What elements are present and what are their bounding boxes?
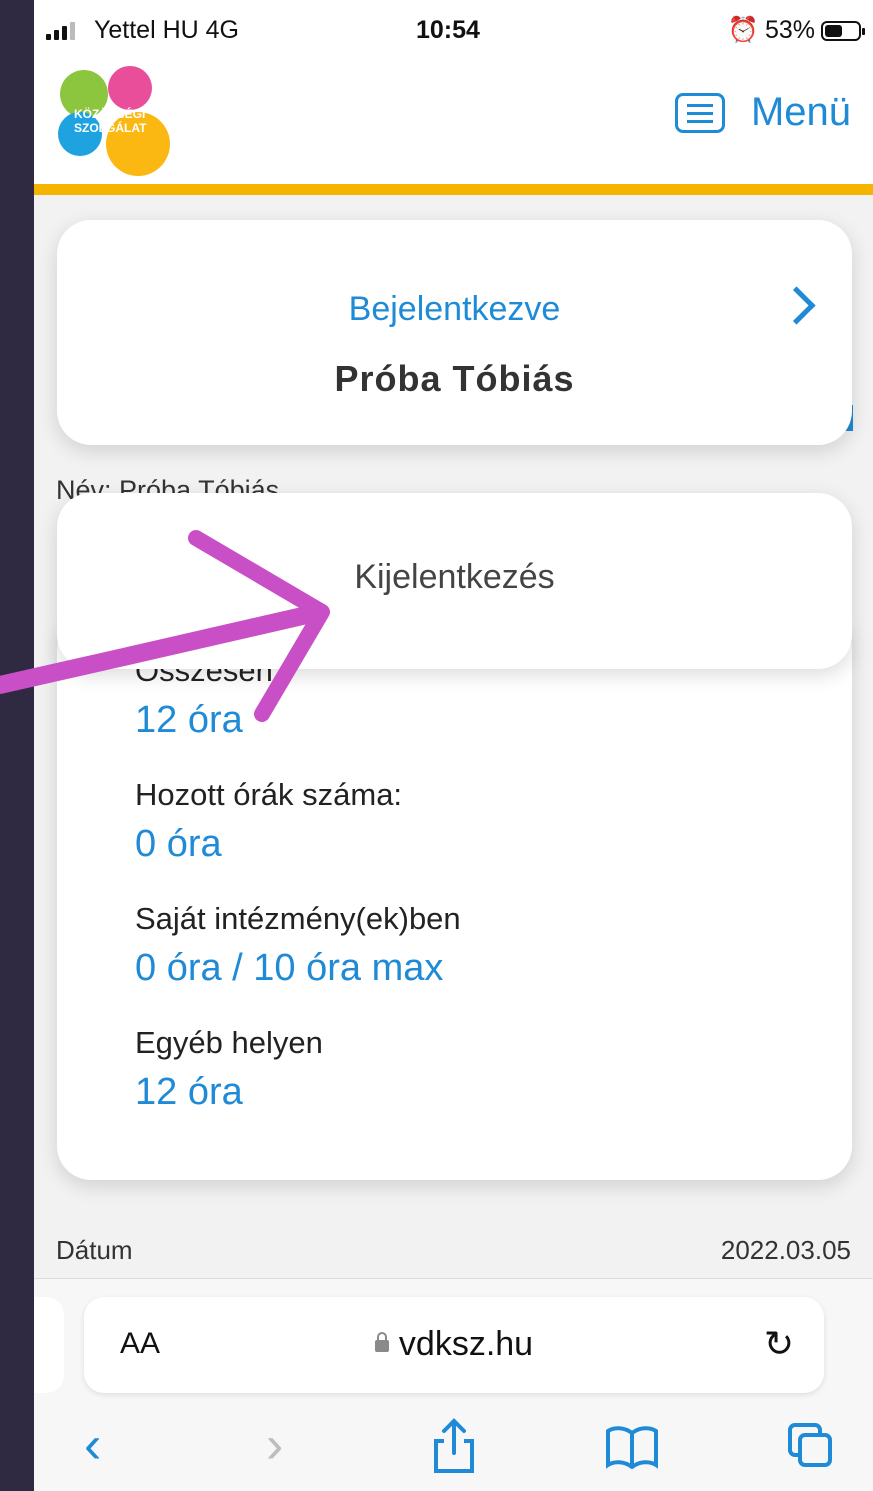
stat-other: Egyéb helyen 12 óra xyxy=(135,1025,323,1114)
carrier-name: Yettel HU 4G xyxy=(94,16,239,44)
stat-other-value: 12 óra xyxy=(135,1071,243,1113)
header-divider xyxy=(34,184,873,195)
status-bar: Yettel HU 4G 10:54 ⏰ 53% xyxy=(34,0,873,60)
alarm-icon: ⏰ xyxy=(727,16,759,44)
stat-own: Saját intézmény(ek)ben 0 óra / 10 óra ma… xyxy=(135,901,461,990)
phone-screen: Yettel HU 4G 10:54 ⏰ 53% KÖZÖSSÉGI SZOLG… xyxy=(34,0,873,1491)
hours-summary-card: Összesen 12 óra Hozott órák száma: 0 óra… xyxy=(57,615,852,1180)
stat-own-label: Saját intézmény(ek)ben xyxy=(135,901,461,936)
previous-tab-pill[interactable] xyxy=(34,1297,64,1393)
url-text: vdksz.hu xyxy=(398,1325,534,1363)
site-header: KÖZÖSSÉGI SZOLGÁLAT Menü xyxy=(34,60,873,184)
user-name: Próba Tóbiás xyxy=(334,358,575,399)
forward-icon[interactable]: › xyxy=(266,1415,283,1475)
logo-text-2: SZOLGÁLAT xyxy=(74,120,147,135)
bookmarks-icon[interactable] xyxy=(604,1425,660,1469)
browser-nav-row: ‹ › xyxy=(34,1409,873,1479)
menu-label: Menü xyxy=(750,90,851,134)
browser-toolbar: AA vdksz.hu ↻ ‹ › xyxy=(34,1278,873,1491)
logged-in-card[interactable]: Bejelentkezve Próba Tóbiás xyxy=(57,220,852,445)
stat-brought-label: Hozott órák száma: xyxy=(135,777,403,812)
stat-brought-value: 0 óra xyxy=(135,823,222,865)
logout-button[interactable]: Kijelentkezés xyxy=(57,493,852,669)
stat-total-value: 12 óra xyxy=(135,699,243,741)
signal-icon xyxy=(46,20,75,40)
reload-icon[interactable]: ↻ xyxy=(764,1323,794,1365)
logo-text-1: KÖZÖSSÉGI xyxy=(74,106,145,121)
url-display[interactable]: vdksz.hu xyxy=(84,1325,824,1364)
battery-icon xyxy=(821,20,865,41)
hamburger-icon xyxy=(674,92,725,133)
address-bar[interactable]: AA vdksz.hu ↻ xyxy=(84,1297,824,1393)
lock-icon xyxy=(374,1332,389,1353)
logged-in-label: Bejelentkezve xyxy=(348,290,561,328)
battery-percent: 53% xyxy=(764,16,815,44)
share-icon[interactable] xyxy=(429,1417,479,1475)
menu-button[interactable]: Menü xyxy=(674,90,851,135)
site-logo[interactable]: KÖZÖSSÉGI SZOLGÁLAT xyxy=(54,64,174,178)
logout-label: Kijelentkezés xyxy=(354,558,555,596)
tabs-icon[interactable] xyxy=(786,1421,836,1471)
date-value: 2022.03.05 xyxy=(720,1235,851,1265)
date-header: Dátum xyxy=(56,1235,133,1265)
back-icon[interactable]: ‹ xyxy=(84,1415,101,1475)
clock: 10:54 xyxy=(416,16,480,44)
stat-other-label: Egyéb helyen xyxy=(135,1025,323,1060)
stat-own-value: 0 óra / 10 óra max xyxy=(135,947,444,989)
status-right: ⏰ 53% xyxy=(727,16,865,45)
stat-brought: Hozott órák száma: 0 óra xyxy=(135,777,402,866)
page-content: Név: Próba Tóbiás Összesen 12 óra Hozott… xyxy=(34,195,873,1295)
